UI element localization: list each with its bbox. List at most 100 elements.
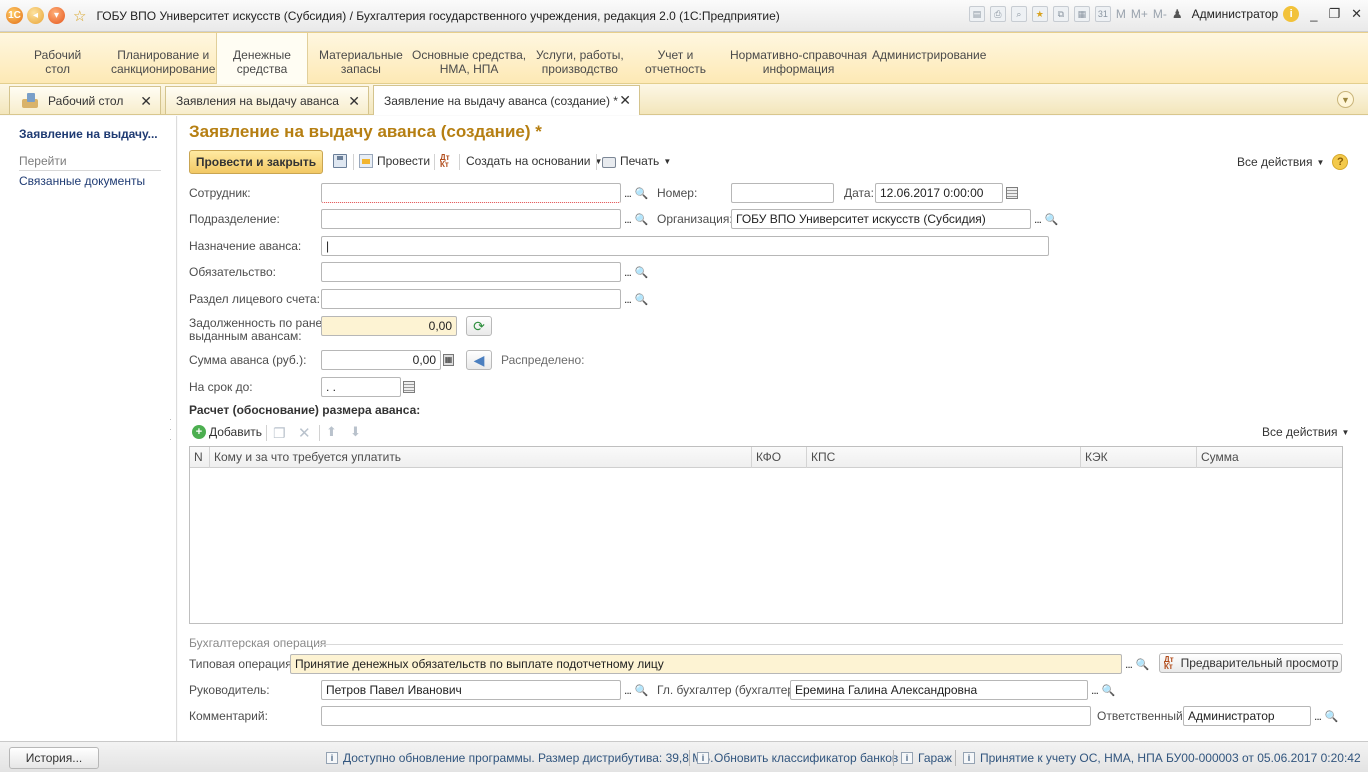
section-materials[interactable]: Материальные запасы (319, 48, 403, 76)
search-icon[interactable]: 🔍 (1324, 710, 1339, 723)
close-window-icon[interactable]: ✕ (1351, 6, 1362, 22)
print-button[interactable]: Печать ▼ (602, 154, 671, 168)
section-reporting[interactable]: Учет и отчетность (645, 48, 706, 76)
restore-icon[interactable]: ❐ (1328, 6, 1340, 22)
info-icon[interactable]: i (1283, 6, 1300, 22)
search-icon[interactable]: 🔍 (634, 684, 649, 697)
col-header-kps[interactable]: КПС (807, 447, 1081, 468)
copy-row-button[interactable]: ❐ (273, 425, 286, 442)
select-dots-icon[interactable]: ... (1088, 683, 1101, 697)
preview-toolbar-icon[interactable]: ⌕ (1010, 6, 1027, 22)
section-desktop[interactable]: Рабочий стол (34, 48, 81, 76)
responsible-field[interactable]: Администратор (1183, 706, 1311, 726)
print-toolbar-icon[interactable]: ⎙ (989, 6, 1006, 22)
nav-form-title[interactable]: Заявление на выдачу... (19, 127, 158, 141)
post-and-close-button[interactable]: Провести и закрыть (189, 150, 323, 174)
calculator-icon[interactable]: ▦ (443, 354, 454, 366)
favorites-toolbar-icon[interactable]: ★ (1031, 6, 1048, 22)
chief-accountant-picker[interactable]: ... 🔍 (1088, 680, 1115, 700)
save-button[interactable] (333, 154, 351, 168)
status-fixed-asset-doc[interactable]: i Принятие к учету ОС, НМА, НПА БУ00-000… (963, 751, 1361, 765)
panel-resize-grip-icon[interactable]: · · · (169, 414, 172, 444)
delete-row-button[interactable]: ✕ (298, 424, 311, 442)
memory-plus-button[interactable]: M+ (1131, 7, 1148, 21)
select-dots-icon[interactable]: ... (621, 186, 634, 200)
close-tab-icon[interactable]: ✕ (619, 92, 631, 109)
select-dots-icon[interactable]: ... (1311, 709, 1324, 723)
due-date-field[interactable]: . . (321, 377, 401, 397)
status-update-available[interactable]: i Доступно обновление программы. Размер … (326, 751, 713, 765)
organization-picker[interactable]: ... 🔍 (1031, 209, 1058, 229)
close-tab-icon[interactable]: ✕ (140, 93, 152, 110)
section-admin[interactable]: Администрирование (872, 48, 986, 62)
employee-picker[interactable]: ... 🔍 (621, 183, 648, 203)
select-dots-icon[interactable]: ... (1031, 212, 1044, 226)
date-field[interactable]: 12.06.2017 0:00:00 (875, 183, 1003, 203)
amount-field[interactable]: 0,00 (321, 350, 441, 370)
typical-operation-picker[interactable]: ... 🔍 (1122, 654, 1149, 674)
add-row-button[interactable]: + Добавить (192, 425, 262, 439)
back-icon[interactable]: ◂ (27, 7, 44, 24)
search-icon[interactable]: 🔍 (1044, 213, 1059, 226)
post-button[interactable]: Провести (359, 154, 430, 168)
nav-related-documents[interactable]: Связанные документы (19, 174, 145, 188)
select-dots-icon[interactable]: ... (1122, 657, 1135, 671)
select-dots-icon[interactable]: ... (621, 683, 634, 697)
obligation-picker[interactable]: ... 🔍 (621, 262, 648, 282)
link-toolbar-icon[interactable]: ⧉ (1052, 6, 1069, 22)
chief-accountant-field[interactable]: Еремина Галина Александровна (790, 680, 1088, 700)
department-picker[interactable]: ... 🔍 (621, 209, 648, 229)
calculator-toolbar-icon[interactable]: ▦ (1073, 6, 1090, 22)
tab-advance-list[interactable]: Заявления на выдачу аванса ✕ (165, 86, 369, 114)
calc-table[interactable]: N Кому и за что требуется уплатить КФО К… (189, 446, 1343, 624)
status-garage[interactable]: i Гараж (901, 751, 952, 765)
col-header-kek[interactable]: КЭК (1081, 447, 1197, 468)
responsible-picker[interactable]: ... 🔍 (1311, 706, 1338, 726)
1c-logo-icon[interactable]: 1С (6, 7, 23, 24)
col-header-kfo[interactable]: КФО (752, 447, 807, 468)
search-icon[interactable]: 🔍 (634, 266, 649, 279)
search-icon[interactable]: 🔍 (1101, 684, 1116, 697)
table-all-actions-button[interactable]: Все действия ▼ (1262, 425, 1349, 439)
search-icon[interactable]: 🔍 (634, 213, 649, 226)
help-icon[interactable]: ? (1332, 154, 1349, 170)
calendar-toolbar-icon[interactable]: 31 (1094, 6, 1111, 22)
col-header-n[interactable]: N (190, 447, 210, 468)
search-icon[interactable]: 🔍 (1135, 658, 1150, 671)
status-update-banks[interactable]: i Обновить классификатор банков (697, 751, 898, 765)
account-section-field[interactable] (321, 289, 621, 309)
minimize-icon[interactable]: _ (1310, 7, 1317, 22)
section-reference[interactable]: Нормативно-справочная информация (730, 48, 867, 76)
distribute-button[interactable]: ◀ (466, 350, 492, 370)
close-tab-icon[interactable]: ✕ (348, 93, 360, 110)
move-down-button[interactable]: ⬇ (350, 424, 361, 440)
dt-kt-button[interactable]: Дт Кт (440, 154, 458, 169)
comment-field[interactable] (321, 706, 1091, 726)
tab-desktop[interactable]: Рабочий стол ✕ (9, 86, 161, 114)
search-icon[interactable]: 🔍 (634, 293, 649, 306)
preview-button[interactable]: Дт Кт Предварительный просмотр (1159, 653, 1342, 673)
calendar-icon[interactable] (1006, 187, 1018, 199)
refresh-debt-button[interactable]: ⟳ (466, 316, 492, 336)
search-icon[interactable]: 🔍 (634, 187, 649, 200)
head-field[interactable]: Петров Павел Иванович (321, 680, 621, 700)
calendar-icon[interactable] (403, 381, 415, 393)
memory-minus-button[interactable]: M- (1153, 7, 1167, 21)
section-money[interactable]: Денежные средства (216, 33, 308, 85)
organization-field[interactable]: ГОБУ ВПО Университет искусств (Субсидия) (731, 209, 1031, 229)
employee-field[interactable] (321, 183, 621, 203)
save-toolbar-icon[interactable]: ▤ (968, 6, 985, 22)
favorites-star-icon[interactable]: ☆ (73, 7, 86, 25)
section-fixed-assets[interactable]: Основные средства, НМА, НПА (412, 48, 526, 76)
select-dots-icon[interactable]: ... (621, 212, 634, 226)
history-button[interactable]: История... (9, 747, 99, 769)
section-planning[interactable]: Планирование и санкционирование (111, 48, 215, 76)
menu-icon[interactable]: ▾ (48, 7, 65, 24)
create-based-on-button[interactable]: Создать на основании ▼ (466, 154, 602, 168)
purpose-field[interactable]: | (321, 236, 1049, 256)
current-user[interactable]: Администратор (1192, 7, 1279, 21)
select-dots-icon[interactable]: ... (621, 265, 634, 279)
tab-advance-create[interactable]: Заявление на выдачу аванса (создание) * … (373, 85, 640, 115)
all-actions-button[interactable]: Все действия ▼ ? (1237, 154, 1349, 170)
move-up-button[interactable]: ⬆ (326, 424, 337, 440)
